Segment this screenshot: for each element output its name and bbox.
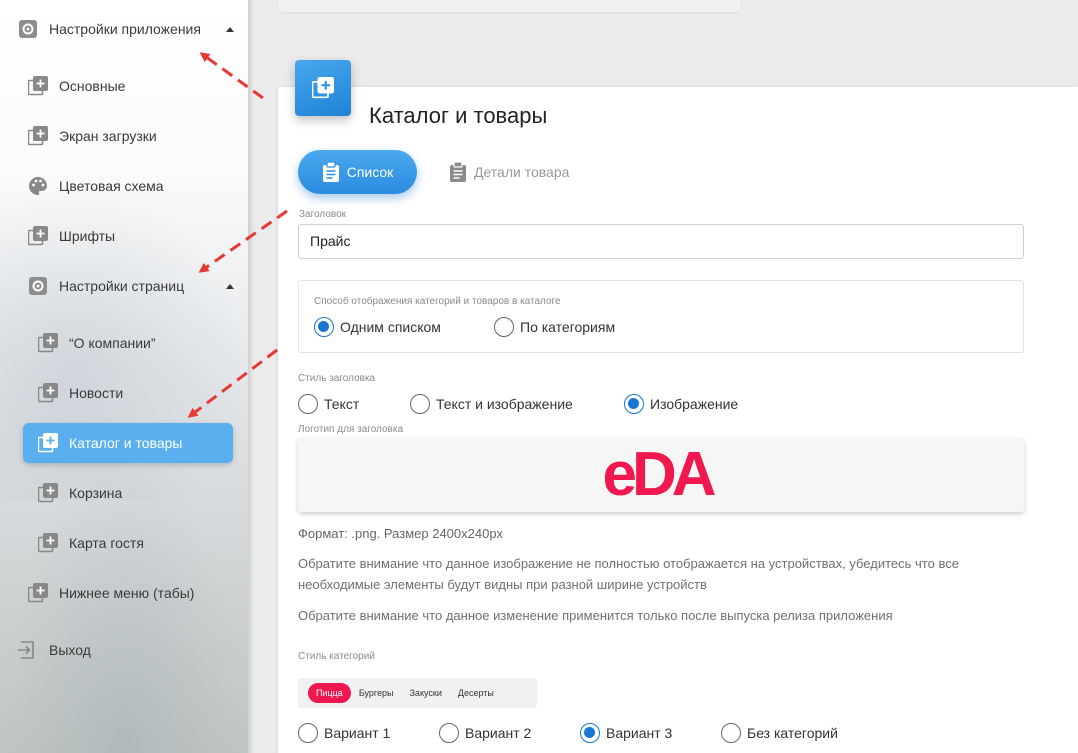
- tab-product-details[interactable]: Детали товара: [449, 160, 569, 184]
- gear-icon: [18, 19, 38, 39]
- sidebar-item-label: Настройки страниц: [59, 278, 185, 294]
- radio-dot: [721, 723, 741, 743]
- caret-up-icon: [226, 284, 234, 289]
- eda-logo: eDA: [602, 440, 716, 509]
- radio-dot: [298, 394, 318, 414]
- radio-label: Одним списком: [340, 319, 441, 335]
- radio-dot: [410, 394, 430, 414]
- add-square-icon: [38, 533, 58, 553]
- radio-no-categories[interactable]: Без категорий: [721, 723, 838, 743]
- chip-snacks: Закуски: [409, 688, 442, 698]
- caret-up-icon: [226, 27, 234, 32]
- sidebar-shadow: [248, 0, 254, 753]
- sidebar-item-label: Корзина: [69, 485, 123, 501]
- sidebar-item-label: Цветовая схема: [59, 178, 164, 194]
- radio-by-categories[interactable]: По категориям: [494, 317, 615, 337]
- gear-icon: [28, 276, 48, 296]
- sidebar-item-catalog[interactable]: Каталог и товары: [23, 423, 233, 463]
- add-square-icon: [38, 483, 58, 503]
- radio-label: Вариант 2: [465, 725, 532, 741]
- radio-label: Изображение: [650, 396, 739, 412]
- tab-list[interactable]: Список: [298, 150, 417, 194]
- tab-label: Детали товара: [474, 164, 570, 180]
- add-square-icon: [28, 226, 48, 246]
- sidebar-item-page-settings[interactable]: Настройки страниц: [28, 266, 234, 306]
- sidebar-item-bottom-menu[interactable]: Нижнее меню (табы): [28, 573, 194, 613]
- sidebar-item-about[interactable]: “О компании”: [38, 323, 156, 363]
- radio-dot: [624, 394, 644, 414]
- sidebar-item-app-settings[interactable]: Настройки приложения: [18, 9, 234, 49]
- sidebar-item-label: Основные: [59, 78, 126, 94]
- sidebar-item-label: Нижнее меню (табы): [59, 585, 195, 601]
- top-strip: [278, 0, 740, 12]
- radio-dot: [314, 317, 334, 337]
- add-square-icon: [28, 126, 48, 146]
- radio-text-and-image[interactable]: Текст и изображение: [410, 394, 573, 414]
- logo-label: Логотип для заголовка: [298, 424, 404, 435]
- radio-text[interactable]: Текст: [298, 394, 359, 414]
- radio-label: Вариант 3: [606, 725, 673, 741]
- sidebar-item-label: Карта гостя: [69, 535, 144, 551]
- add-square-icon: [38, 433, 58, 453]
- sidebar-item-cart[interactable]: Корзина: [38, 473, 122, 513]
- sidebar-item-color-scheme[interactable]: Цветовая схема: [28, 166, 164, 206]
- radio-dot: [298, 723, 318, 743]
- add-square-icon: [28, 76, 48, 96]
- radio-label: По категориям: [520, 319, 616, 335]
- notice-release: Обратите внимание что данное изменение п…: [298, 608, 893, 623]
- sidebar-item-label: Экран загрузки: [59, 128, 157, 144]
- sidebar-item-main[interactable]: Основные: [28, 66, 125, 106]
- radio-label: Текст: [324, 396, 360, 412]
- clipboard-icon: [322, 162, 339, 182]
- chip-desserts: Десерты: [457, 688, 494, 698]
- sidebar-item-logout[interactable]: Выход: [18, 630, 91, 670]
- sidebar-item-fonts[interactable]: Шрифты: [28, 216, 115, 256]
- radio-variant-1[interactable]: Вариант 1: [298, 723, 390, 743]
- radio-dot: [494, 317, 514, 337]
- add-square-icon: [38, 333, 58, 353]
- format-note: Формат: .png. Размер 2400x240px: [298, 526, 504, 541]
- clipboard-icon: [450, 162, 466, 182]
- radio-dot: [439, 723, 459, 743]
- sidebar-item-news[interactable]: Новости: [38, 373, 123, 413]
- category-preview: Пицца Бургеры Закуски Десерты: [298, 678, 537, 708]
- notice-image: Обратите внимание что данное изображение…: [298, 556, 959, 592]
- radio-dot: [580, 723, 600, 743]
- radio-label: Текст и изображение: [436, 396, 573, 412]
- catalog-icon: [295, 60, 351, 116]
- logo-upload[interactable]: eDA: [298, 438, 1024, 512]
- sidebar-item-splash[interactable]: Экран загрузки: [28, 116, 157, 156]
- palette-icon: [28, 176, 48, 196]
- sidebar-item-label: Каталог и товары: [69, 435, 183, 451]
- radio-label: Без категорий: [747, 725, 838, 741]
- sidebar-item-label: Новости: [69, 385, 124, 401]
- sidebar-item-label: “О компании”: [69, 335, 156, 351]
- radio-image[interactable]: Изображение: [624, 394, 738, 414]
- chip-pizza: Пицца: [308, 683, 351, 703]
- tab-label: Список: [346, 164, 394, 180]
- page-title: Каталог и товары: [369, 103, 548, 128]
- display-mode-label: Способ отображения категорий и товаров в…: [314, 296, 561, 307]
- header-field-label: Заголовок: [299, 209, 347, 220]
- logout-icon: [18, 640, 38, 660]
- add-square-icon: [28, 583, 48, 603]
- sidebar-item-guest-card[interactable]: Карта гостя: [38, 523, 144, 563]
- add-square-icon: [38, 383, 58, 403]
- header-style-label: Стиль заголовка: [298, 373, 376, 384]
- header-input[interactable]: Прайс: [298, 224, 1024, 259]
- chip-burgers: Бургеры: [358, 688, 394, 698]
- radio-single-list[interactable]: Одним списком: [314, 317, 441, 337]
- radio-variant-3[interactable]: Вариант 3: [580, 723, 672, 743]
- sidebar-item-label: Выход: [49, 642, 91, 658]
- radio-label: Вариант 1: [324, 725, 391, 741]
- sidebar-item-label: Шрифты: [59, 228, 116, 244]
- category-style-label: Стиль категорий: [298, 651, 375, 662]
- radio-variant-2[interactable]: Вариант 2: [439, 723, 531, 743]
- sidebar-item-label: Настройки приложения: [49, 21, 201, 37]
